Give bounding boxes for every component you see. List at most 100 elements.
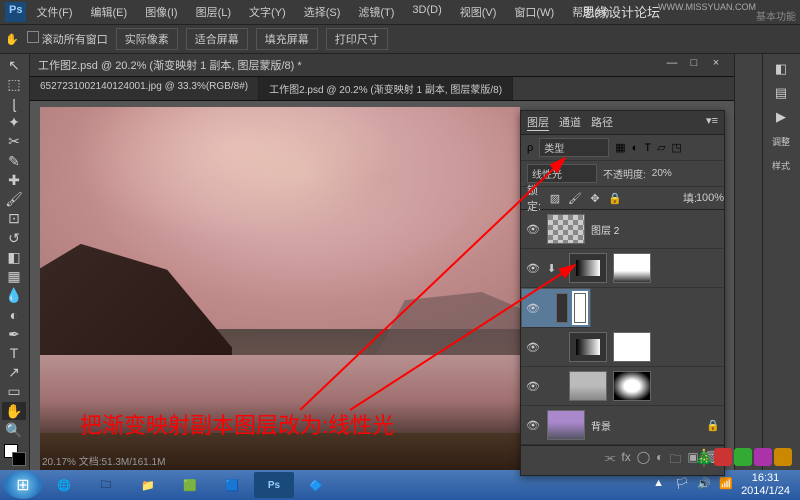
clock[interactable]: 16:31 2014/1/24 <box>741 472 790 498</box>
adjust-panel-icon[interactable]: 调整 <box>765 130 797 152</box>
filter-shape-icon[interactable]: ▱ <box>657 141 665 154</box>
filter-kind-select[interactable]: 类型 <box>539 138 609 157</box>
print-size-button[interactable]: 打印尺寸 <box>326 28 388 50</box>
panel-menu-icon[interactable]: ▾≡ <box>706 114 718 131</box>
doc-maximize-icon[interactable]: □ <box>684 57 704 73</box>
link-layers-icon[interactable]: ⫘ <box>605 450 616 471</box>
blend-mode-select[interactable]: 线性光 <box>527 164 597 183</box>
move-tool-icon[interactable]: ↖ <box>2 56 26 74</box>
layer-row[interactable]: 👁 <box>521 328 724 367</box>
layer-name[interactable]: 背景 <box>591 418 700 433</box>
tray-net-icon[interactable]: 🔊 <box>697 477 713 493</box>
widget-1[interactable] <box>714 448 732 466</box>
taskbar-explorer-icon[interactable]: 🗀 <box>86 472 126 498</box>
lasso-tool-icon[interactable]: ɭ <box>2 94 26 112</box>
gradient-tool-icon[interactable]: ▦ <box>2 267 26 285</box>
taskbar-app2-icon[interactable]: 🔷 <box>296 472 336 498</box>
history-panel-icon[interactable]: ▶ <box>765 106 797 128</box>
marquee-tool-icon[interactable]: ⬚ <box>2 75 26 93</box>
fx-icon[interactable]: fx <box>621 450 630 471</box>
hand-tool-icon[interactable]: ✋ <box>2 402 26 420</box>
lock-transparency-icon[interactable]: ▨ <box>547 190 563 206</box>
history-brush-icon[interactable]: ↺ <box>2 229 26 247</box>
taskbar-word-icon[interactable]: 🟦 <box>212 472 252 498</box>
layer-row[interactable]: 👁 ⬇ <box>521 249 724 288</box>
menu-3d[interactable]: 3D(D) <box>404 2 449 22</box>
paths-tab[interactable]: 路径 <box>591 114 613 131</box>
filter-smart-icon[interactable]: ◳ <box>672 141 682 154</box>
channels-tab[interactable]: 通道 <box>559 114 581 131</box>
visibility-icon[interactable]: 👁 <box>525 262 541 275</box>
mask-icon[interactable]: ◯ <box>637 450 650 471</box>
path-tool-icon[interactable]: ↗ <box>2 364 26 382</box>
swatches-panel-icon[interactable]: ▤ <box>765 82 797 104</box>
widget-2[interactable] <box>734 448 752 466</box>
zoom-tool-icon[interactable]: 🔍 <box>2 421 26 439</box>
tray-chevron-icon[interactable]: ▲ <box>653 477 669 493</box>
widget-3[interactable] <box>754 448 772 466</box>
shape-tool-icon[interactable]: ▭ <box>2 383 26 401</box>
fit-screen-button[interactable]: 适合屏幕 <box>186 28 248 50</box>
workspace-label[interactable]: 基本功能 <box>756 8 796 23</box>
taskbar-folder-icon[interactable]: 📁 <box>128 472 168 498</box>
brush-tool-icon[interactable]: 🖌 <box>2 191 26 209</box>
visibility-icon[interactable]: 👁 <box>525 380 541 393</box>
visibility-icon[interactable]: 👁 <box>525 341 541 354</box>
type-tool-icon[interactable]: T <box>2 344 26 362</box>
lock-pixels-icon[interactable]: 🖌 <box>567 190 583 206</box>
tray-vol-icon[interactable]: 📶 <box>719 477 735 493</box>
menu-file[interactable]: 文件(F) <box>28 2 80 22</box>
eyedropper-tool-icon[interactable]: ✎ <box>2 152 26 170</box>
pen-tool-icon[interactable]: ✒ <box>2 325 26 343</box>
menu-select[interactable]: 选择(S) <box>296 2 349 22</box>
filter-pixel-icon[interactable]: ▦ <box>615 141 625 154</box>
layer-row[interactable]: 👁 图层 2 <box>521 210 724 249</box>
menu-filter[interactable]: 滤镜(T) <box>350 2 402 22</box>
layer-row[interactable]: 👁 背景 🔒 <box>521 406 724 445</box>
visibility-icon[interactable]: 👁 <box>525 223 541 236</box>
visibility-icon[interactable]: 👁 <box>525 419 541 432</box>
lock-position-icon[interactable]: ✥ <box>587 190 603 206</box>
fill-value[interactable]: 100% <box>702 190 718 206</box>
start-button[interactable]: ⊞ <box>4 471 42 499</box>
tray-flag-icon[interactable]: 🏳 <box>675 477 691 493</box>
crop-tool-icon[interactable]: ✂ <box>2 133 26 151</box>
tab-1[interactable]: 6527231002140124001.jpg @ 33.3%(RGB/8#) <box>30 77 259 100</box>
menu-view[interactable]: 视图(V) <box>452 2 505 22</box>
styles-panel-icon[interactable]: 样式 <box>765 154 797 176</box>
menu-layer[interactable]: 图层(L) <box>188 2 239 22</box>
wand-tool-icon[interactable]: ✦ <box>2 114 26 132</box>
fill-screen-button[interactable]: 填充屏幕 <box>256 28 318 50</box>
visibility-icon[interactable]: 👁 <box>526 302 540 315</box>
layers-tab[interactable]: 图层 <box>527 114 549 131</box>
actual-pixels-button[interactable]: 实际像素 <box>116 28 178 50</box>
dodge-tool-icon[interactable]: ◐ <box>2 306 26 324</box>
menu-image[interactable]: 图像(I) <box>137 2 185 22</box>
group-icon[interactable]: 🗀 <box>669 450 681 471</box>
widget-4[interactable] <box>774 448 792 466</box>
color-panel-icon[interactable]: ◧ <box>765 58 797 80</box>
doc-minimize-icon[interactable]: — <box>662 57 682 73</box>
color-swatches[interactable] <box>2 444 27 468</box>
filter-adjust-icon[interactable]: ◐ <box>632 142 639 154</box>
menu-edit[interactable]: 编辑(E) <box>83 2 136 22</box>
opacity-value[interactable]: 20% <box>652 168 672 179</box>
heal-tool-icon[interactable]: ✚ <box>2 171 26 189</box>
tab-2[interactable]: 工作图2.psd @ 20.2% (渐变映射 1 副本, 图层蒙版/8) <box>259 77 513 100</box>
taskbar-app-icon[interactable]: 🟩 <box>170 472 210 498</box>
scroll-all-checkbox[interactable] <box>27 31 39 43</box>
eraser-tool-icon[interactable]: ◧ <box>2 248 26 266</box>
hand-tool-icon[interactable]: ✋ <box>5 33 19 46</box>
taskbar-ps-icon[interactable]: Ps <box>254 472 294 498</box>
taskbar-ie-icon[interactable]: 🌐 <box>44 472 84 498</box>
lock-all-icon[interactable]: 🔒 <box>607 190 623 206</box>
doc-close-icon[interactable]: × <box>706 57 726 73</box>
stamp-tool-icon[interactable]: ⊡ <box>2 210 26 228</box>
layer-name[interactable]: 图层 2 <box>591 222 720 237</box>
adjustment-icon[interactable]: ◐ <box>656 450 663 471</box>
menu-window[interactable]: 窗口(W) <box>506 2 562 22</box>
layer-row[interactable]: 👁 <box>521 367 724 406</box>
filter-type-icon[interactable]: T <box>644 142 651 154</box>
layer-row[interactable]: 👁 <box>521 288 591 328</box>
menu-text[interactable]: 文字(Y) <box>241 2 294 22</box>
